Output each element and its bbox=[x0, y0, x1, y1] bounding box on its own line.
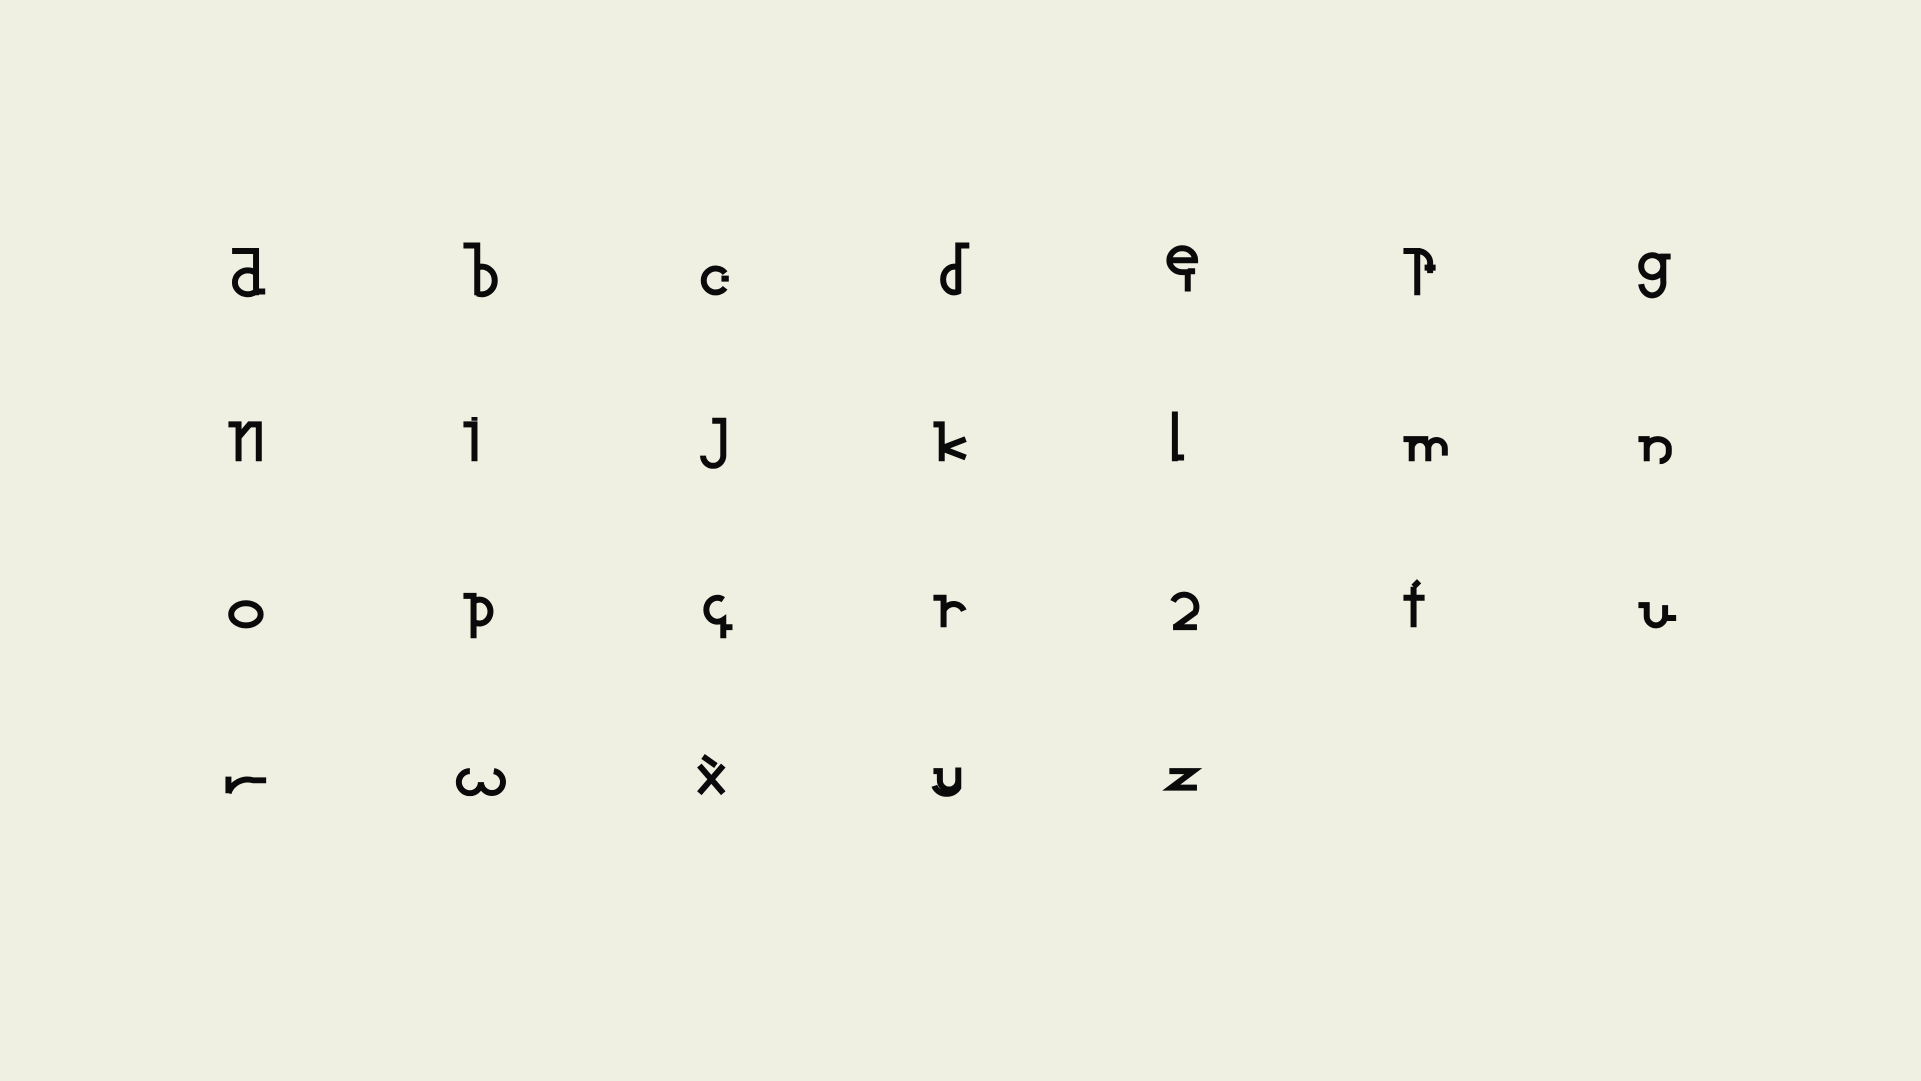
glyph-stroke-u bbox=[1638, 601, 1677, 629]
glyph-d bbox=[940, 242, 970, 296]
glyph-z bbox=[1162, 767, 1203, 791]
glyph-stroke-m bbox=[1403, 435, 1449, 461]
glyph-a bbox=[232, 247, 266, 298]
glyph-stroke-k bbox=[933, 421, 968, 461]
glyph-g bbox=[1638, 252, 1671, 299]
glyph-v bbox=[225, 776, 267, 795]
glyph-stroke-x bbox=[697, 753, 726, 795]
glyph-stroke-i bbox=[463, 416, 478, 461]
glyph-stroke-o bbox=[228, 600, 264, 629]
glyph-c bbox=[701, 265, 730, 296]
glyph-b bbox=[463, 242, 499, 298]
glyph-q bbox=[703, 594, 733, 639]
glyph-stroke-d bbox=[940, 242, 970, 296]
glyph-m bbox=[1403, 435, 1449, 461]
glyph-x bbox=[697, 753, 726, 795]
glyph-stroke-h bbox=[228, 421, 263, 461]
glyph-l bbox=[1172, 411, 1185, 461]
glyph-stroke-z bbox=[1162, 767, 1203, 791]
glyph-h bbox=[228, 421, 263, 461]
glyph-stroke-s bbox=[1170, 591, 1200, 630]
glyph-k bbox=[933, 421, 968, 461]
glyph-s bbox=[1170, 591, 1200, 630]
glyph-e bbox=[1166, 245, 1199, 292]
glyph-j bbox=[700, 417, 727, 469]
glyph-w bbox=[456, 767, 507, 796]
glyph-y bbox=[931, 767, 962, 797]
glyph-u bbox=[1638, 601, 1677, 629]
glyph-stroke-v bbox=[225, 776, 267, 795]
glyph-stroke-p bbox=[463, 592, 494, 639]
glyph-stroke-t bbox=[1403, 578, 1425, 627]
glyph-n bbox=[1638, 435, 1673, 464]
glyph-stroke-f bbox=[1403, 247, 1436, 295]
glyph-o bbox=[228, 600, 264, 629]
glyph-i bbox=[463, 416, 478, 461]
glyph-r bbox=[933, 594, 967, 627]
glyph-stroke-w bbox=[456, 767, 507, 796]
glyph-stroke-a bbox=[232, 247, 266, 298]
glyph-stroke-g bbox=[1638, 252, 1671, 299]
glyph-stroke-c bbox=[701, 265, 730, 296]
glyph-f bbox=[1403, 247, 1436, 295]
glyph-stroke-y bbox=[931, 767, 962, 797]
glyph-stroke-e bbox=[1166, 245, 1199, 292]
glyph-stroke-b bbox=[463, 242, 499, 298]
glyph-stroke-r bbox=[933, 594, 967, 627]
glyph-stroke-j bbox=[700, 417, 727, 469]
glyph-t bbox=[1403, 578, 1425, 627]
glyph-stroke-n bbox=[1638, 435, 1673, 464]
glyph-p bbox=[463, 592, 494, 639]
glyph-stroke-l bbox=[1172, 411, 1185, 461]
glyph-stroke-q bbox=[703, 594, 733, 639]
